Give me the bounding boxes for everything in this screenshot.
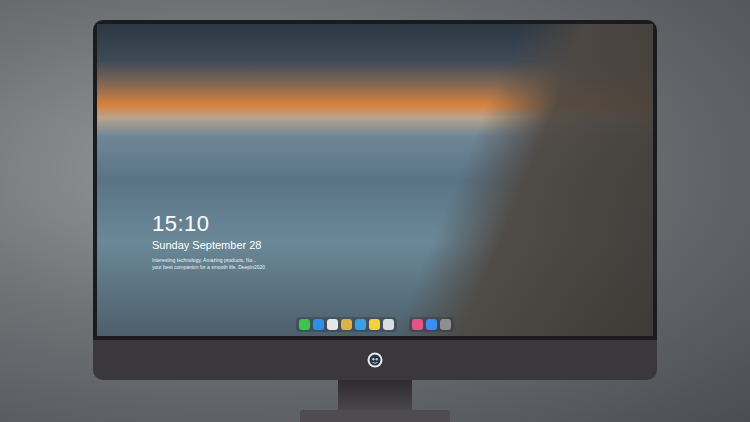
monitor-stand-neck (338, 380, 412, 410)
tagline: Interesting technology, Amazing products… (152, 257, 653, 271)
dock-app-icon[interactable] (355, 319, 366, 330)
desktop-screen: 15:10 Sunday September 28 Interesting tech… (97, 24, 653, 336)
tagline-line: Interesting technology, Amazing products… (152, 257, 653, 264)
tagline-line: your best companion for a smooth life. D… (152, 264, 653, 271)
dock-app-icon[interactable] (369, 319, 380, 330)
dock-group (296, 317, 397, 332)
dock-app-icon[interactable] (440, 319, 451, 330)
dock (97, 317, 653, 332)
dock-app-icon[interactable] (412, 319, 423, 330)
monitor: 15:10 Sunday September 28 Interesting tech… (93, 20, 657, 380)
dock-app-icon[interactable] (383, 319, 394, 330)
dock-app-icon[interactable] (426, 319, 437, 330)
monitor-chin (93, 340, 657, 380)
dock-app-icon[interactable] (299, 319, 310, 330)
clock-date: Sunday September 28 (152, 238, 653, 252)
dock-app-icon[interactable] (327, 319, 338, 330)
monitor-bezel: 15:10 Sunday September 28 Interesting tech… (93, 20, 657, 340)
brand-logo-icon (367, 352, 383, 368)
dock-app-icon[interactable] (341, 319, 352, 330)
monitor-stand-foot (300, 410, 450, 422)
clock-time: 15:10 (152, 212, 653, 236)
dock-app-icon[interactable] (313, 319, 324, 330)
dock-group (409, 317, 454, 332)
